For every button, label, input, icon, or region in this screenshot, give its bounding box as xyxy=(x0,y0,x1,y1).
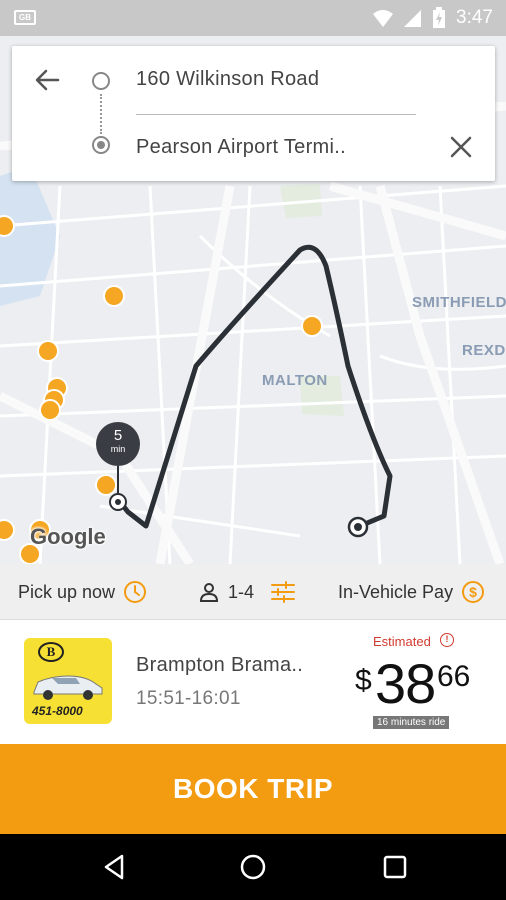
eta-bubble: 5 min xyxy=(96,422,140,466)
pickup-label: Pick up now xyxy=(18,581,116,602)
price-dollars: 38 xyxy=(375,652,436,715)
price-currency: $ xyxy=(355,664,372,697)
logo-phone: 451-8000 xyxy=(32,704,83,718)
battery-charging-icon xyxy=(433,7,445,28)
status-bar: GB 3:47 xyxy=(0,0,506,36)
passenger-count-label: 1-4 xyxy=(228,581,255,602)
notification-icon: GB xyxy=(14,10,36,25)
company-name: Brampton Brama.. xyxy=(136,654,304,676)
map-label-smithfield: SMITHFIELD xyxy=(412,294,506,311)
pickup-time-option[interactable]: Pick up now xyxy=(18,564,147,620)
svg-text:$: $ xyxy=(469,584,477,600)
filter-sliders-icon xyxy=(271,581,296,603)
passenger-count-option[interactable]: 1-4 xyxy=(198,564,296,620)
origin-address-field[interactable]: 160 Wilkinson Road xyxy=(136,68,319,91)
taxi-car-icon xyxy=(33,675,103,700)
eta-value: 5 xyxy=(113,427,123,444)
home-circle-icon[interactable] xyxy=(238,852,268,882)
wifi-icon xyxy=(373,10,393,27)
logo-badge: B xyxy=(38,642,64,662)
close-icon[interactable] xyxy=(446,132,476,162)
signal-icon xyxy=(404,10,421,27)
back-arrow-icon[interactable] xyxy=(32,64,64,96)
ride-length-badge: 16 minutes ride xyxy=(373,716,450,729)
google-logo: Google xyxy=(30,524,106,549)
address-divider xyxy=(136,114,416,115)
person-icon xyxy=(199,583,219,602)
status-time: 3:47 xyxy=(456,7,493,28)
clock-icon xyxy=(124,581,147,603)
book-trip-button[interactable]: BOOK TRIP xyxy=(0,744,506,834)
origin-dot-icon xyxy=(92,72,110,90)
android-nav-bar xyxy=(0,834,506,900)
destination-address-field[interactable]: Pearson Airport Termi.. xyxy=(136,136,346,159)
destination-dot-icon xyxy=(92,136,110,154)
payment-label: In-Vehicle Pay xyxy=(338,581,454,602)
recents-square-icon[interactable] xyxy=(380,852,410,882)
taxi-option-row[interactable]: B 451-8000 Brampton Brama.. 15:51-16:01 … xyxy=(0,620,506,744)
pickup-time-window: 15:51-16:01 xyxy=(136,688,241,709)
trip-options-bar: Pick up now 1-4 In-Vehicle Pay $ xyxy=(0,564,506,620)
info-icon[interactable]: ! xyxy=(440,633,454,647)
estimated-label: Estimated xyxy=(373,634,431,649)
eta-unit: min xyxy=(110,444,126,454)
address-connector xyxy=(100,94,102,134)
payment-option[interactable]: In-Vehicle Pay $ xyxy=(338,564,485,620)
map-label-malton: MALTON xyxy=(262,372,328,389)
back-triangle-icon[interactable] xyxy=(100,852,130,882)
address-card: 160 Wilkinson Road Pearson Airport Termi… xyxy=(12,46,495,181)
dollar-circle-icon: $ xyxy=(462,581,485,603)
taxi-company-logo: B 451-8000 xyxy=(24,638,112,724)
price-cents: 66 xyxy=(437,660,471,693)
map-label-rexdale: REXDA xyxy=(462,342,506,359)
